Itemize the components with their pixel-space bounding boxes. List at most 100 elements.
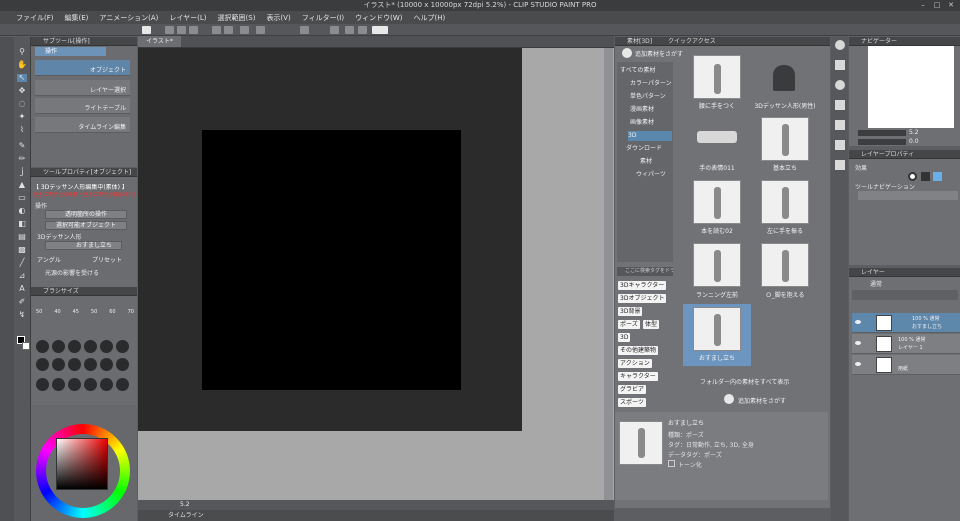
preset-label[interactable]: プリセット <box>92 255 122 264</box>
text-tool-icon[interactable]: A <box>17 285 27 293</box>
show-all-link[interactable]: フォルダー内の素材をすべて表示 <box>700 377 789 386</box>
transparent-operation-button[interactable]: 透明箇所の操作 <box>45 210 127 219</box>
tag-3d-background[interactable]: 3D背景 <box>618 307 643 316</box>
layer-row[interactable]: 用紙 <box>852 355 960 375</box>
brush-size-cell[interactable] <box>84 358 97 371</box>
brush-size-cell[interactable] <box>116 340 129 353</box>
angle-label[interactable]: アングル <box>37 255 61 264</box>
subtool-timeline-edit[interactable]: タイムライン編集 <box>35 117 130 133</box>
color-sv-square[interactable] <box>56 438 108 490</box>
fill-icon[interactable] <box>300 26 309 34</box>
tag-3d-character[interactable]: 3Dキャラクター <box>618 281 667 290</box>
brush-size-cell[interactable] <box>100 340 113 353</box>
brush-size-cell[interactable] <box>36 340 49 353</box>
brush-tool-icon[interactable]: ｊ <box>17 168 27 176</box>
tag-body[interactable]: 体型 <box>643 320 660 329</box>
eyedropper-tool-icon[interactable]: ⌇ <box>17 126 27 134</box>
airbrush-tool-icon[interactable]: ▲ <box>17 181 27 189</box>
dock-icon[interactable] <box>835 160 845 170</box>
download-icon[interactable] <box>622 48 632 58</box>
selectable-object-button[interactable]: 選択可能オブジェクト <box>45 221 127 230</box>
hand-tool-icon[interactable]: ✋ <box>17 61 27 69</box>
visibility-eye-icon[interactable] <box>855 320 861 324</box>
brush-size-cell[interactable] <box>68 358 81 371</box>
toolnav-bar[interactable] <box>858 191 958 200</box>
material-thumb[interactable] <box>693 307 741 351</box>
pose-field[interactable]: おすまし立ち <box>45 241 122 250</box>
brush-size-value[interactable]: 50 <box>36 309 42 315</box>
tag-character[interactable]: キャラクター <box>618 372 658 381</box>
menu-window[interactable]: ウィンドウ(W) <box>355 13 402 23</box>
navigator-preview[interactable] <box>868 46 954 128</box>
balloon-tool-icon[interactable]: ✐ <box>17 298 27 306</box>
menu-filter[interactable]: フィルター(I) <box>302 13 344 23</box>
subtool-tab[interactable]: 操作 <box>35 47 106 56</box>
tree-mono-pattern[interactable]: 単色パターン <box>630 92 666 102</box>
brush-size-cell[interactable] <box>52 378 65 391</box>
blend-mode[interactable]: 通常 <box>870 279 882 288</box>
brush-size-cell[interactable] <box>100 358 113 371</box>
tree-image[interactable]: 画像素材 <box>630 118 654 128</box>
brush-size-cell[interactable] <box>36 358 49 371</box>
menu-selection[interactable]: 選択範囲(S) <box>218 13 256 23</box>
menu-file[interactable]: ファイル(F) <box>16 13 54 23</box>
gradient-tool-icon[interactable]: ▤ <box>17 233 27 241</box>
navigator-zoom-slider[interactable] <box>858 130 906 136</box>
tag-3d-object[interactable]: 3Dオブジェクト <box>618 294 667 303</box>
tag-sports[interactable]: スポーツ <box>618 398 646 407</box>
new-file-icon[interactable] <box>165 26 174 34</box>
tree-manga[interactable]: 漫画素材 <box>630 105 654 115</box>
eraser-tool-icon[interactable]: ▭ <box>17 194 27 202</box>
ruler-tool-icon[interactable]: ⊿ <box>17 272 27 280</box>
grid-icon[interactable] <box>358 26 367 34</box>
download-icon[interactable] <box>724 394 734 404</box>
visibility-eye-icon[interactable] <box>855 362 861 366</box>
fill-tool-icon[interactable]: ◧ <box>17 220 27 228</box>
canvas-vertical-scrollbar[interactable] <box>604 48 613 500</box>
search-material-link[interactable]: 追加素材をさがす <box>635 49 683 58</box>
correction-tool-icon[interactable]: ↯ <box>17 311 27 319</box>
navigator-rotate[interactable]: 0.0 <box>909 138 919 145</box>
snap-icon[interactable] <box>330 26 339 34</box>
subtool-light-table[interactable]: ライトテーブル <box>35 98 130 114</box>
brush-size-cell[interactable] <box>84 340 97 353</box>
artboard[interactable] <box>202 130 461 390</box>
quick-access-tab[interactable]: クイックアクセス <box>668 38 716 45</box>
dock-icon[interactable] <box>835 80 845 90</box>
canvas-tab[interactable]: イラスト* <box>138 36 181 47</box>
menu-edit[interactable]: 編集(E) <box>65 13 89 23</box>
effect-icon[interactable] <box>933 172 942 181</box>
tree-all[interactable]: すべての素材 <box>620 66 655 76</box>
maximize-icon[interactable]: □ <box>930 0 944 11</box>
move-tool-icon[interactable]: ✥ <box>17 87 27 95</box>
material-tab[interactable]: 素材[3D] <box>627 38 652 45</box>
zoom-tool-icon[interactable]: ⚲ <box>17 48 27 56</box>
material-thumb[interactable] <box>761 117 809 161</box>
close-icon[interactable]: ✕ <box>944 0 958 11</box>
menu-help[interactable]: ヘルプ(H) <box>413 13 445 23</box>
material-thumb[interactable] <box>693 243 741 287</box>
subtool-object[interactable]: オブジェクト <box>35 60 130 76</box>
visibility-eye-icon[interactable] <box>855 341 861 345</box>
tag-building[interactable]: その他建築物 <box>618 346 659 355</box>
lasso-tool-icon[interactable]: ◌ <box>17 100 27 108</box>
tag-3d[interactable]: 3D <box>618 333 631 342</box>
dock-icon[interactable] <box>835 60 845 70</box>
redo-icon[interactable] <box>224 26 233 34</box>
brush-size-cell[interactable] <box>68 378 81 391</box>
undo-icon[interactable] <box>212 26 221 34</box>
material-thumb[interactable] <box>761 180 809 224</box>
transform-icon[interactable] <box>240 26 249 34</box>
brush-size-value[interactable]: 45 <box>73 309 79 315</box>
minimize-icon[interactable]: – <box>916 0 930 11</box>
figure-tool-icon[interactable]: ▩ <box>17 246 27 254</box>
material-thumb[interactable] <box>693 180 741 224</box>
tree-download[interactable]: ダウンロード <box>626 144 662 154</box>
brush-size-cell[interactable] <box>68 340 81 353</box>
brush-size-value[interactable]: 50 <box>91 309 97 315</box>
dock-icon[interactable] <box>835 120 845 130</box>
material-thumb[interactable] <box>761 243 809 287</box>
ruler-icon[interactable] <box>345 26 354 34</box>
operation-tool-icon[interactable]: ↖ <box>17 74 27 82</box>
material-thumb[interactable] <box>693 55 741 99</box>
